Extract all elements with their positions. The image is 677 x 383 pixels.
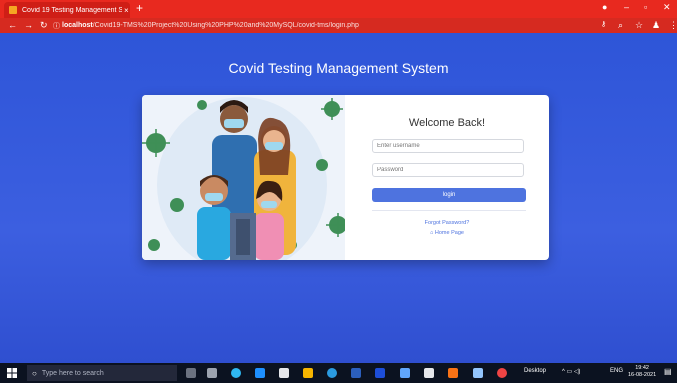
page-title: Covid Testing Management System [228, 60, 449, 76]
tray-icons[interactable]: ^ ▭ ◁) [562, 368, 580, 375]
word-icon[interactable] [351, 368, 361, 378]
tab-close-icon[interactable]: × [124, 6, 129, 15]
login-button[interactable]: login [372, 188, 526, 202]
feather-icon[interactable] [400, 368, 410, 378]
login-card: Welcome Back! login Forgot Password? ⌂ H… [142, 95, 549, 260]
edge-icon[interactable] [231, 368, 241, 378]
home-icon: ⌂ [430, 230, 434, 236]
task-view-icon[interactable] [207, 368, 217, 378]
account-icon[interactable]: ♟ [652, 20, 660, 31]
forward-icon[interactable]: → [24, 20, 33, 30]
language-indicator[interactable]: ENG [610, 368, 623, 374]
close-window-icon[interactable]: ✕ [663, 2, 671, 13]
forgot-password-link[interactable]: Forgot Password? [345, 220, 549, 226]
bookmark-star-icon[interactable]: ☆ [635, 20, 643, 31]
favicon-icon [9, 6, 17, 14]
address-bar[interactable]: localhost/Covid19-TMS%20Project%20Using%… [62, 20, 582, 31]
photos-icon[interactable] [424, 368, 434, 378]
taskbar: ○ Type here to search Desktop ^ ▭ ◁) ENG… [0, 363, 677, 383]
family-mask-illustration [142, 95, 347, 260]
password-input[interactable] [372, 163, 524, 177]
key-icon[interactable]: ⚷ [601, 20, 606, 28]
ie-icon[interactable] [255, 368, 265, 378]
maximize-icon[interactable]: ▫ [644, 2, 647, 12]
info-icon: ⓘ [53, 23, 60, 30]
profile-icon[interactable]: ● [602, 2, 607, 12]
chrome-icon[interactable] [497, 368, 507, 378]
search-placeholder: Type here to search [41, 369, 104, 377]
reload-icon[interactable]: ↻ [40, 20, 48, 31]
username-input[interactable] [372, 139, 524, 153]
form-divider [372, 210, 526, 211]
home-page-label: Home Page [434, 230, 464, 236]
clock-time: 19:42 [635, 365, 649, 371]
store-icon[interactable] [279, 368, 289, 378]
desktop-label[interactable]: Desktop [524, 368, 546, 374]
clock-date: 16-08-2021 [628, 372, 657, 378]
tab-title: Covid 19 Testing Management S... [22, 6, 122, 14]
login-form: Welcome Back! login Forgot Password? ⌂ H… [345, 95, 549, 260]
page-body: Covid Testing Management System Welcome … [0, 33, 677, 363]
taskbar-search[interactable]: ○ Type here to search [27, 365, 177, 381]
windows-start-icon[interactable] [7, 368, 17, 378]
back-icon[interactable]: ← [8, 20, 17, 30]
notifications-icon[interactable]: ▤ [664, 367, 672, 376]
browser-tab[interactable]: Covid 19 Testing Management S... × [4, 2, 130, 18]
minimize-icon[interactable]: – [624, 2, 629, 12]
url-path: /Covid19-TMS%20Project%20Using%20PHP%20a… [92, 22, 359, 29]
zoom-icon[interactable]: ⌕ [618, 20, 623, 31]
clock[interactable]: 19:42 16-08-2021 [628, 365, 656, 379]
url-host: localhost [62, 22, 93, 29]
browser-tab-bar: Covid 19 Testing Management S... × + ● –… [0, 0, 677, 18]
xampp-icon[interactable] [448, 368, 458, 378]
file-explorer-icon[interactable] [303, 368, 313, 378]
home-page-link[interactable]: ⌂ Home Page [345, 230, 549, 236]
mic-icon[interactable] [186, 368, 196, 378]
browser-toolbar: ← → ↻ ⓘ localhost/Covid19-TMS%20Project%… [0, 18, 677, 33]
vscode-icon[interactable] [327, 368, 337, 378]
app2-icon[interactable] [473, 368, 483, 378]
menu-icon[interactable]: ⋮ [669, 20, 677, 31]
search-icon: ○ [32, 368, 37, 378]
app-icon[interactable] [375, 368, 385, 378]
welcome-heading: Welcome Back! [408, 117, 486, 129]
new-tab-button[interactable]: + [136, 1, 143, 15]
